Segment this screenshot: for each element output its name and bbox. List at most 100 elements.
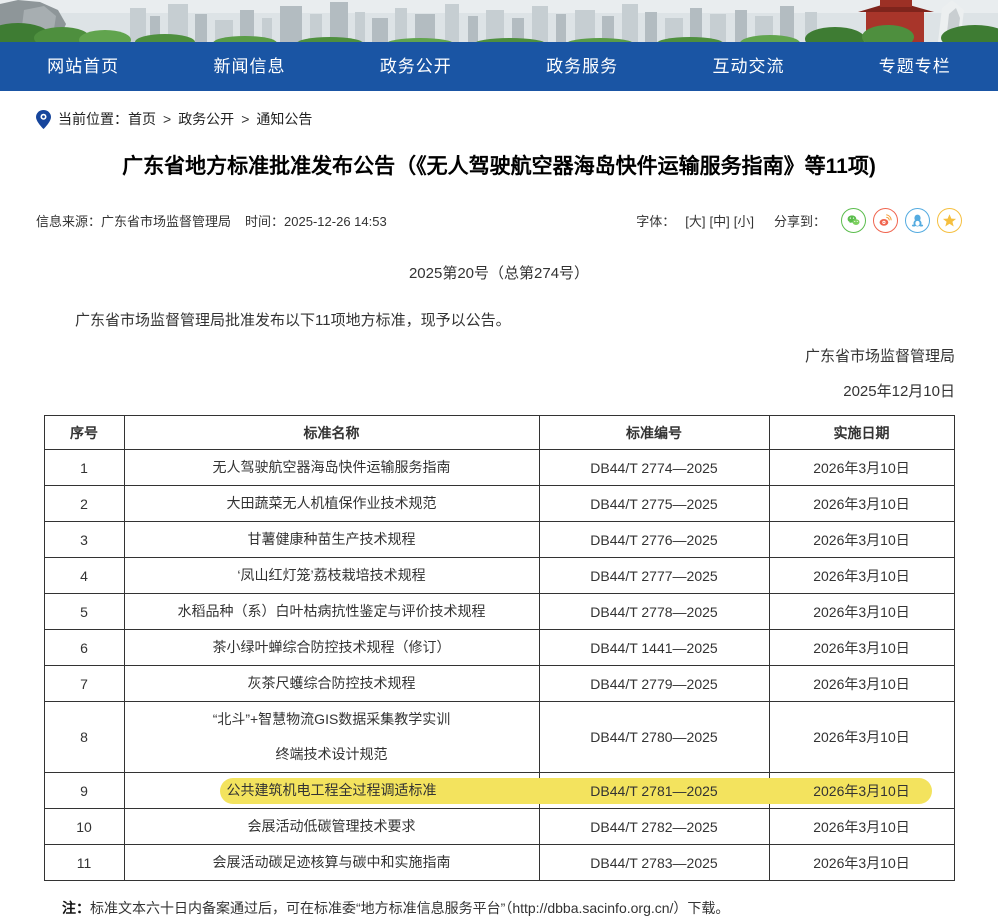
nav-item-3[interactable]: 政务公开 bbox=[333, 42, 499, 91]
source-label: 信息来源： bbox=[36, 214, 101, 229]
no-cell: 4 bbox=[44, 558, 124, 594]
cell-value: 2026年3月10日 bbox=[813, 532, 910, 548]
table-row: 2大田蔬菜无人机植保作业技术规范DB44/T 2775—20252026年3月1… bbox=[44, 486, 954, 522]
cell-value: DB44/T 2777—2025 bbox=[590, 568, 717, 584]
breadcrumb: 当前位置： 首页 > 政务公开 > 通知公告 bbox=[0, 91, 998, 129]
time-label: 时间： bbox=[245, 214, 284, 229]
nav-item-2[interactable]: 新闻信息 bbox=[166, 42, 332, 91]
code-cell: DB44/T 2781—2025 bbox=[539, 773, 769, 809]
cell-value: “北斗”+智慧物流GIS数据采集教学实训 终端技术设计规范 bbox=[213, 711, 451, 762]
cell-value: 4 bbox=[80, 568, 88, 584]
meta-tools: 字体： [大][中][小] 分享到： bbox=[636, 208, 962, 233]
date-cell: 2026年3月10日 bbox=[769, 630, 954, 666]
cell-value: 6 bbox=[80, 640, 88, 656]
table-header: 序号标准名称标准编号实施日期 bbox=[44, 416, 954, 450]
article-meta: 信息来源：广东省市场监督管理局时间：2025-12-26 14:53 字体： [… bbox=[36, 208, 962, 233]
no-cell: 1 bbox=[44, 450, 124, 486]
breadcrumb-separator: > bbox=[241, 111, 249, 127]
name-cell: 公共建筑机电工程全过程调适标准 bbox=[124, 773, 539, 809]
font-size-button-1[interactable]: [大] bbox=[685, 214, 705, 229]
qq-share-icon[interactable] bbox=[905, 208, 930, 233]
breadcrumb-items: 首页 > 政务公开 > 通知公告 bbox=[128, 109, 312, 129]
table-row: 7灰茶尺蠖综合防控技术规程DB44/T 2779—20252026年3月10日 bbox=[44, 666, 954, 702]
table-row: 5 水稻品种（系）白叶枯病抗性鉴定与评价技术规程 DB44/T 2778—2025 2… bbox=[44, 594, 954, 630]
breadcrumb-link-2[interactable]: 政务公开 bbox=[178, 111, 234, 127]
cell-value: 2026年3月10日 bbox=[813, 783, 910, 799]
table-row: 8 “北斗”+智慧物流GIS数据采集教学实训 终端技术设计规范 DB44/T 278… bbox=[44, 702, 954, 773]
name-cell: 会展活动低碳管理技术要求 bbox=[124, 809, 539, 845]
table-row: 11 会展活动碳足迹核算与碳中和实施指南 DB44/T 2783—2025 2026年… bbox=[44, 845, 954, 881]
cell-value: 1 bbox=[80, 460, 88, 476]
table-row: 9公共建筑机电工程全过程调适标准DB44/T 2781—20252026年3月1… bbox=[44, 773, 954, 809]
date-cell: 2026年3月10日 bbox=[769, 558, 954, 594]
cell-value: 无人驾驶航空器海岛快件运输服务指南 bbox=[213, 459, 451, 475]
cell-value: 2026年3月10日 bbox=[813, 460, 910, 476]
cell-value: 2026年3月10日 bbox=[813, 729, 910, 745]
cell-value: DB44/T 2774—2025 bbox=[590, 460, 717, 476]
wechat-share-icon[interactable] bbox=[841, 208, 866, 233]
cell-value: 10 bbox=[76, 819, 92, 835]
cell-value: DB44/T 2780—2025 bbox=[590, 729, 717, 745]
cell-value: 甘薯健康种苗生产技术规程 bbox=[248, 531, 416, 547]
cell-value: DB44/T 2779—2025 bbox=[590, 676, 717, 692]
font-size-button-3[interactable]: [小] bbox=[734, 214, 754, 229]
nav-item-4[interactable]: 政务服务 bbox=[499, 42, 665, 91]
cell-value: DB44/T 1441—2025 bbox=[590, 640, 717, 656]
cell-value: 11 bbox=[77, 855, 92, 871]
cell-value: 5 bbox=[80, 604, 88, 620]
nav-item-1[interactable]: 网站首页 bbox=[0, 42, 166, 91]
no-cell: 3 bbox=[44, 522, 124, 558]
weibo-share-icon[interactable] bbox=[873, 208, 898, 233]
cell-value: 2026年3月10日 bbox=[813, 855, 910, 871]
code-cell: DB44/T 2782—2025 bbox=[539, 809, 769, 845]
doc-number: 2025第20号（总第274号） bbox=[0, 262, 998, 283]
date-cell: 2026年3月10日 bbox=[769, 702, 954, 773]
no-cell: 11 bbox=[44, 845, 124, 881]
date-cell: 2026年3月10日 bbox=[769, 773, 954, 809]
code-cell: DB44/T 2779—2025 bbox=[539, 666, 769, 702]
cell-value: DB44/T 2778—2025 bbox=[590, 604, 717, 620]
time-value: 2025-12-26 14:53 bbox=[284, 214, 387, 229]
no-cell: 5 bbox=[44, 594, 124, 630]
column-header-3: 标准编号 bbox=[539, 416, 769, 450]
name-cell: 无人驾驶航空器海岛快件运输服务指南 bbox=[124, 450, 539, 486]
cell-value: 2026年3月10日 bbox=[813, 640, 910, 656]
column-header-2: 标准名称 bbox=[124, 416, 539, 450]
no-cell: 8 bbox=[44, 702, 124, 773]
name-cell: 大田蔬菜无人机植保作业技术规范 bbox=[124, 486, 539, 522]
cell-value: 会展活动低碳管理技术要求 bbox=[248, 818, 416, 834]
cell-value: 2026年3月10日 bbox=[813, 568, 910, 584]
font-size-buttons: [大] [中] [小] bbox=[683, 211, 756, 230]
date-cell: 2026年3月10日 bbox=[769, 522, 954, 558]
column-header-1: 序号 bbox=[44, 416, 124, 450]
breadcrumb-link-1[interactable]: 首页 bbox=[128, 111, 156, 127]
date-cell: 2026年3月10日 bbox=[769, 809, 954, 845]
cell-value: DB44/T 2783—2025 bbox=[590, 855, 717, 871]
qzone-share-icon[interactable] bbox=[937, 208, 962, 233]
code-cell: DB44/T 2783—2025 bbox=[539, 845, 769, 881]
name-cell: 灰茶尺蠖综合防控技术规程 bbox=[124, 666, 539, 702]
cell-value: 2026年3月10日 bbox=[813, 604, 910, 620]
cell-value: 7 bbox=[80, 676, 88, 692]
date-cell: 2026年3月10日 bbox=[769, 486, 954, 522]
cell-value: 茶小绿叶蝉综合防控技术规程（修订） bbox=[213, 639, 451, 655]
signature-date: 2025年12月10日 bbox=[0, 380, 955, 401]
cell-value: 2026年3月10日 bbox=[813, 496, 910, 512]
breadcrumb-separator: > bbox=[163, 111, 171, 127]
cell-value: DB44/T 2776—2025 bbox=[590, 532, 717, 548]
nav-item-5[interactable]: 互动交流 bbox=[665, 42, 831, 91]
cell-value: 大田蔬菜无人机植保作业技术规范 bbox=[227, 495, 437, 511]
breadcrumb-label: 当前位置： bbox=[58, 109, 128, 129]
table-row: 4 ‘凤山红灯笼’荔枝栽培技术规程 DB44/T 2777—2025 2026年3月1… bbox=[44, 558, 954, 594]
signature-org: 广东省市场监督管理局 bbox=[0, 345, 955, 366]
cell-value: ‘凤山红灯笼’荔枝栽培技术规程 bbox=[237, 567, 425, 583]
cell-value: DB44/T 2782—2025 bbox=[590, 819, 717, 835]
name-cell: 水稻品种（系）白叶枯病抗性鉴定与评价技术规程 bbox=[124, 594, 539, 630]
name-cell: 会展活动碳足迹核算与碳中和实施指南 bbox=[124, 845, 539, 881]
nav-item-6[interactable]: 专题专栏 bbox=[832, 42, 998, 91]
font-size-button-2[interactable]: [中] bbox=[710, 214, 730, 229]
no-cell: 6 bbox=[44, 630, 124, 666]
breadcrumb-link-3[interactable]: 通知公告 bbox=[256, 111, 312, 127]
location-pin-icon bbox=[36, 110, 51, 129]
cell-value: 水稻品种（系）白叶枯病抗性鉴定与评价技术规程 bbox=[178, 603, 486, 619]
